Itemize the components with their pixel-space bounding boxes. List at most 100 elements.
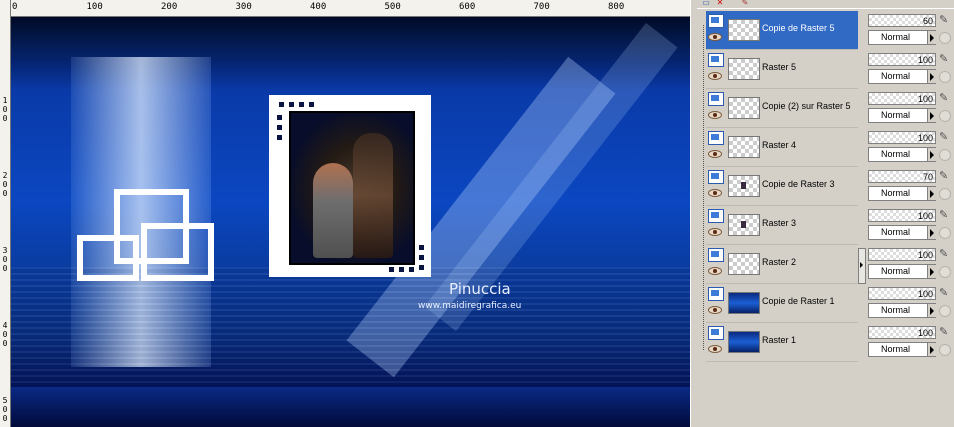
- visibility-eye-icon[interactable]: [708, 267, 722, 275]
- lock-icon[interactable]: [939, 305, 951, 317]
- layer-name: Copie de Raster 1: [762, 296, 835, 306]
- edit-pen-icon[interactable]: ✎: [939, 13, 951, 27]
- blend-mode-select[interactable]: Normal: [868, 186, 936, 201]
- blend-mode-select[interactable]: Normal: [868, 225, 936, 240]
- edit-pen-icon[interactable]: ✎: [939, 247, 951, 261]
- blend-dropdown-arrow-icon[interactable]: [927, 70, 937, 83]
- couple-photo: [289, 111, 415, 265]
- layer-name: Raster 4: [762, 140, 797, 150]
- lock-icon[interactable]: [939, 110, 951, 122]
- lock-icon[interactable]: [939, 266, 951, 278]
- layer-type-icon[interactable]: [708, 92, 724, 106]
- layer-thumbnail: [728, 58, 760, 80]
- lock-icon[interactable]: [939, 149, 951, 161]
- edit-pen-icon[interactable]: ✎: [939, 169, 951, 183]
- opacity-slider[interactable]: 100: [868, 131, 936, 144]
- lock-icon[interactable]: [939, 227, 951, 239]
- ruler-tick-digit: 0: [2, 264, 8, 273]
- blend-mode-select[interactable]: Normal: [868, 108, 936, 123]
- layer-type-icon[interactable]: [708, 248, 724, 262]
- opacity-slider[interactable]: 60: [868, 14, 936, 27]
- blend-dropdown-arrow-icon[interactable]: [927, 343, 937, 356]
- edit-pen-icon[interactable]: ✎: [939, 91, 951, 105]
- layer-thumbnail: [728, 253, 760, 275]
- layer-row[interactable]: Copie (2) sur Raster 5: [706, 89, 858, 128]
- visibility-eye-icon[interactable]: [708, 189, 722, 197]
- document-image[interactable]: Pinuccia www.maidiregrafica.eu: [11, 17, 690, 427]
- edit-pen-icon[interactable]: ✎: [939, 286, 951, 300]
- layer-thumbnail: [728, 136, 760, 158]
- blend-dropdown-arrow-icon[interactable]: [927, 265, 937, 278]
- edit-pen-icon[interactable]: ✎: [939, 208, 951, 222]
- visibility-eye-icon[interactable]: [708, 33, 722, 41]
- ruler-tick-label: 200: [161, 2, 178, 12]
- blend-mode-select[interactable]: Normal: [868, 264, 936, 279]
- layer-row[interactable]: Copie de Raster 5: [706, 11, 858, 50]
- layer-properties-row: 100 ✎ Normal: [867, 128, 954, 166]
- blend-mode-select[interactable]: Normal: [868, 342, 936, 357]
- opacity-slider[interactable]: 100: [868, 92, 936, 105]
- layer-row[interactable]: Raster 4: [706, 128, 858, 167]
- ruler-tick-digit: 0: [2, 330, 8, 339]
- opacity-slider[interactable]: 100: [868, 248, 936, 261]
- blend-mode-select[interactable]: Normal: [868, 147, 936, 162]
- layer-type-icon[interactable]: [708, 14, 724, 28]
- layer-properties-column: 60 ✎ Normal 100 ✎ Normal 100 ✎ Normal 100 ✎ Normal 7…: [867, 11, 954, 361]
- layer-type-icon[interactable]: [708, 287, 724, 301]
- layer-row[interactable]: Copie de Raster 3: [706, 167, 858, 206]
- blend-dropdown-arrow-icon[interactable]: [927, 31, 937, 44]
- lock-icon[interactable]: [939, 32, 951, 44]
- layer-type-icon[interactable]: [708, 170, 724, 184]
- opacity-slider[interactable]: 70: [868, 170, 936, 183]
- blend-mode-select[interactable]: Normal: [868, 30, 936, 45]
- blend-dropdown-arrow-icon[interactable]: [927, 304, 937, 317]
- visibility-eye-icon[interactable]: [708, 111, 722, 119]
- blend-dropdown-arrow-icon[interactable]: [927, 148, 937, 161]
- lock-icon[interactable]: [939, 344, 951, 356]
- ruler-tick-digit: 0: [2, 255, 8, 264]
- ruler-tick-label: 0: [12, 2, 18, 12]
- visibility-eye-icon[interactable]: [708, 228, 722, 236]
- edit-pen-icon[interactable]: ✎: [939, 130, 951, 144]
- signature-name: Pinuccia: [449, 280, 511, 298]
- blend-mode-select[interactable]: Normal: [868, 69, 936, 84]
- layers-toolbar: ▭ ✕ ✎: [697, 0, 954, 9]
- visibility-eye-icon[interactable]: [708, 306, 722, 314]
- lock-icon[interactable]: [939, 188, 951, 200]
- layer-type-icon[interactable]: [708, 209, 724, 223]
- collapse-palette-button[interactable]: [858, 248, 866, 284]
- layer-thumbnail: [728, 19, 760, 41]
- layer-properties-row: 100 ✎ Normal: [867, 245, 954, 283]
- layer-row[interactable]: Raster 2: [706, 245, 858, 284]
- opacity-slider[interactable]: 100: [868, 326, 936, 339]
- ruler-tick-digit: 0: [2, 105, 8, 114]
- layer-row[interactable]: Raster 3: [706, 206, 858, 245]
- photo-figure-man: [353, 133, 393, 258]
- lock-icon[interactable]: [939, 71, 951, 83]
- opacity-slider[interactable]: 100: [868, 287, 936, 300]
- blend-dropdown-arrow-icon[interactable]: [927, 226, 937, 239]
- layer-row[interactable]: Raster 1: [706, 323, 858, 362]
- edit-pen-icon[interactable]: ✎: [939, 325, 951, 339]
- delete-layer-icon[interactable]: ✕: [714, 0, 726, 7]
- layer-properties-row: 100 ✎ Normal: [867, 323, 954, 361]
- brush-icon[interactable]: ✎: [739, 0, 751, 7]
- opacity-slider[interactable]: 100: [868, 209, 936, 222]
- layer-name: Copie de Raster 5: [762, 23, 835, 33]
- layer-type-icon[interactable]: [708, 326, 724, 340]
- blend-dropdown-arrow-icon[interactable]: [927, 109, 937, 122]
- opacity-slider[interactable]: 100: [868, 53, 936, 66]
- layer-row[interactable]: Copie de Raster 1: [706, 284, 858, 323]
- layer-type-icon[interactable]: [708, 131, 724, 145]
- layer-type-icon[interactable]: [708, 53, 724, 67]
- ruler-tick-label: 100: [86, 2, 103, 12]
- visibility-eye-icon[interactable]: [708, 72, 722, 80]
- new-layer-icon[interactable]: ▭: [700, 0, 712, 7]
- visibility-eye-icon[interactable]: [708, 150, 722, 158]
- layer-list: Copie de Raster 5 Raster 5 Copie (2) sur R…: [703, 11, 858, 362]
- blend-mode-select[interactable]: Normal: [868, 303, 936, 318]
- blend-dropdown-arrow-icon[interactable]: [927, 187, 937, 200]
- visibility-eye-icon[interactable]: [708, 345, 722, 353]
- layer-row[interactable]: Raster 5: [706, 50, 858, 89]
- edit-pen-icon[interactable]: ✎: [939, 52, 951, 66]
